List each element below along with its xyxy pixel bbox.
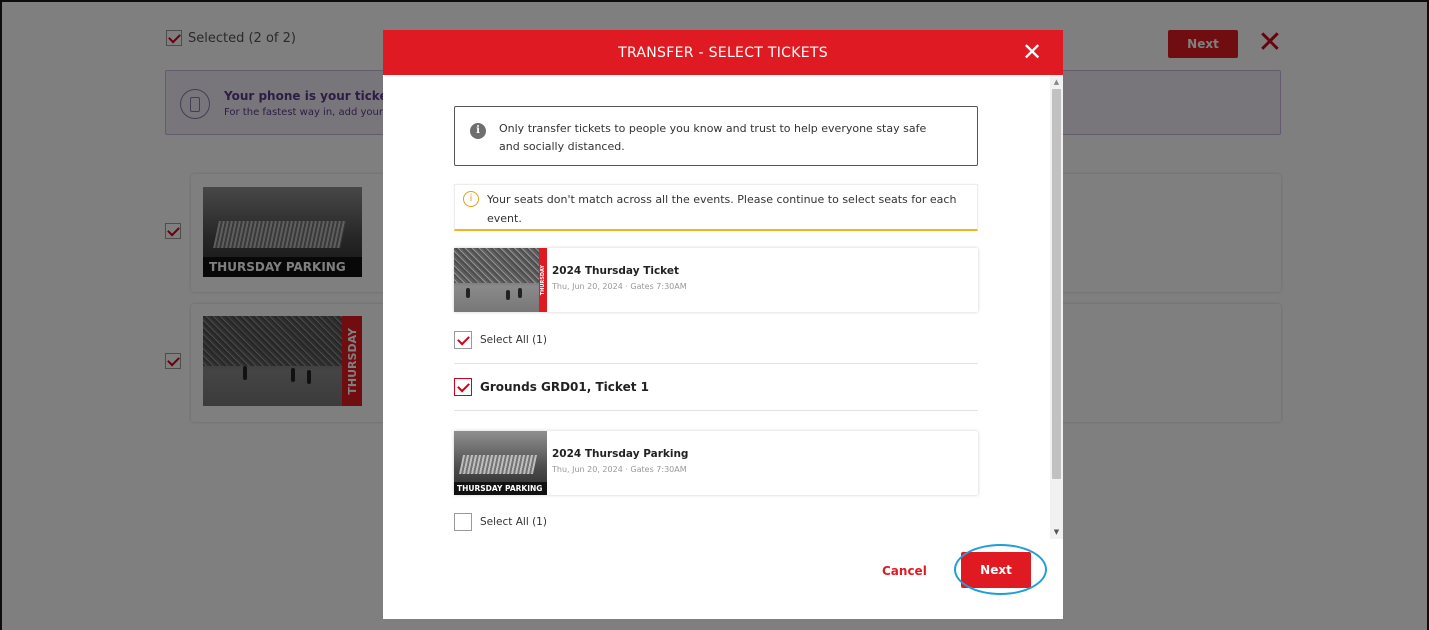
scroll-up-arrow-icon[interactable]: ▲ [1050, 77, 1063, 87]
transfer-dialog: TRANSFER - SELECT TICKETS ✕ ▲ ▼ i Only t… [383, 30, 1063, 619]
cancel-button[interactable]: Cancel [882, 564, 927, 578]
info-notice: i Only transfer tickets to people you kn… [454, 106, 978, 166]
divider [454, 410, 978, 411]
select-all-checkbox[interactable] [454, 513, 472, 531]
scroll-down-arrow-icon[interactable]: ▼ [1050, 527, 1063, 537]
event-name: 2024 Thursday Ticket [552, 265, 680, 277]
select-all-label: Select All (1) [480, 334, 547, 346]
select-all-row[interactable]: Select All (1) [454, 513, 547, 531]
ticket-label: Grounds GRD01, Ticket 1 [480, 380, 649, 394]
divider [454, 363, 978, 364]
warning-notice: i Your seats don't match across all the … [454, 184, 978, 231]
scroll-thumb[interactable] [1052, 89, 1061, 479]
ticket-checkbox[interactable] [454, 378, 472, 396]
thumbnail-label: THURSDAY PARKING [454, 482, 547, 495]
next-button-highlight [954, 544, 1047, 595]
dialog-title: TRANSFER - SELECT TICKETS [618, 44, 828, 61]
event-card: THURSDAY 2024 Thursday Ticket Thu, Jun 2… [454, 248, 978, 312]
warning-text: Your seats don't match across all the ev… [487, 193, 957, 225]
close-icon[interactable]: ✕ [1019, 39, 1045, 65]
scrollbar[interactable]: ▲ ▼ [1050, 75, 1063, 539]
event-card: THURSDAY PARKING 2024 Thursday Parking T… [454, 431, 978, 495]
info-icon: i [470, 123, 486, 139]
select-all-checkbox[interactable] [454, 331, 472, 349]
select-all-label: Select All (1) [480, 516, 547, 528]
event-date: Thu, Jun 20, 2024 · Gates 7:30AM [552, 465, 687, 474]
golf-thumbnail: THURSDAY [454, 248, 547, 312]
event-name: 2024 Thursday Parking [552, 448, 689, 460]
warning-icon: i [463, 191, 479, 207]
dialog-header: TRANSFER - SELECT TICKETS ✕ [383, 30, 1063, 75]
event-date: Thu, Jun 20, 2024 · Gates 7:30AM [552, 282, 687, 291]
ticket-row[interactable]: Grounds GRD01, Ticket 1 [454, 378, 649, 396]
select-all-row[interactable]: Select All (1) [454, 331, 547, 349]
parking-thumbnail: THURSDAY PARKING [454, 431, 547, 495]
info-text: Only transfer tickets to people you know… [499, 122, 927, 153]
thumbnail-label: THURSDAY [540, 264, 546, 296]
